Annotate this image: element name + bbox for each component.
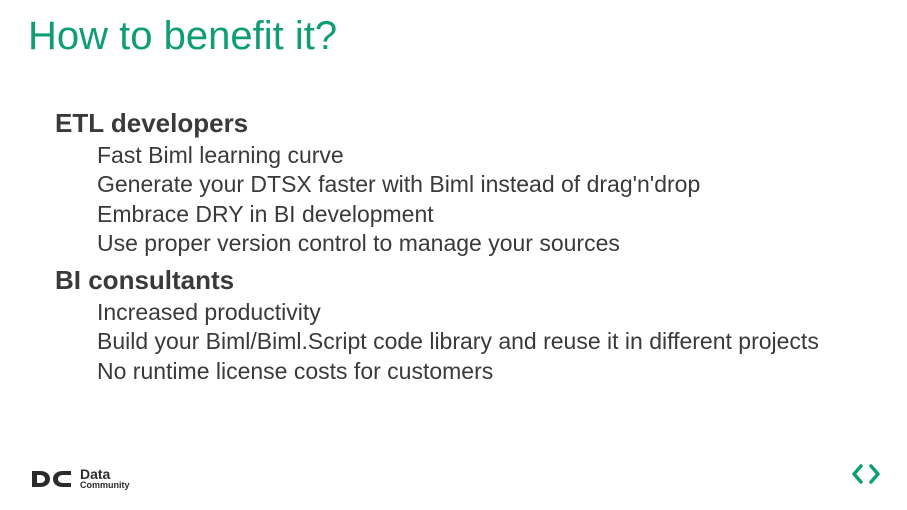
slide: How to benefit it? ETL developers Fast B…	[0, 0, 907, 510]
section-items: Increased productivity Build your Biml/B…	[97, 298, 867, 386]
list-item: Embrace DRY in BI development	[97, 200, 867, 229]
list-item: Increased productivity	[97, 298, 867, 327]
slide-content: ETL developers Fast Biml learning curve …	[55, 108, 867, 392]
footer-logo: Data Community	[30, 467, 130, 490]
footer-logo-text: Data Community	[80, 467, 130, 490]
list-item: No runtime license costs for customers	[97, 357, 867, 386]
footer-logo-secondary: Community	[80, 481, 130, 490]
dc-logo-icon	[30, 468, 74, 490]
code-brackets-icon	[851, 463, 881, 490]
footer-logo-primary: Data	[80, 467, 130, 481]
slide-title: How to benefit it?	[28, 14, 337, 59]
list-item: Build your Biml/Biml.Script code library…	[97, 327, 867, 356]
footer: Data Community	[30, 467, 130, 490]
section-heading: ETL developers	[55, 108, 867, 139]
section-heading: BI consultants	[55, 265, 867, 296]
list-item: Fast Biml learning curve	[97, 141, 867, 170]
section-items: Fast Biml learning curve Generate your D…	[97, 141, 867, 259]
list-item: Generate your DTSX faster with Biml inst…	[97, 170, 867, 199]
list-item: Use proper version control to manage you…	[97, 229, 867, 258]
